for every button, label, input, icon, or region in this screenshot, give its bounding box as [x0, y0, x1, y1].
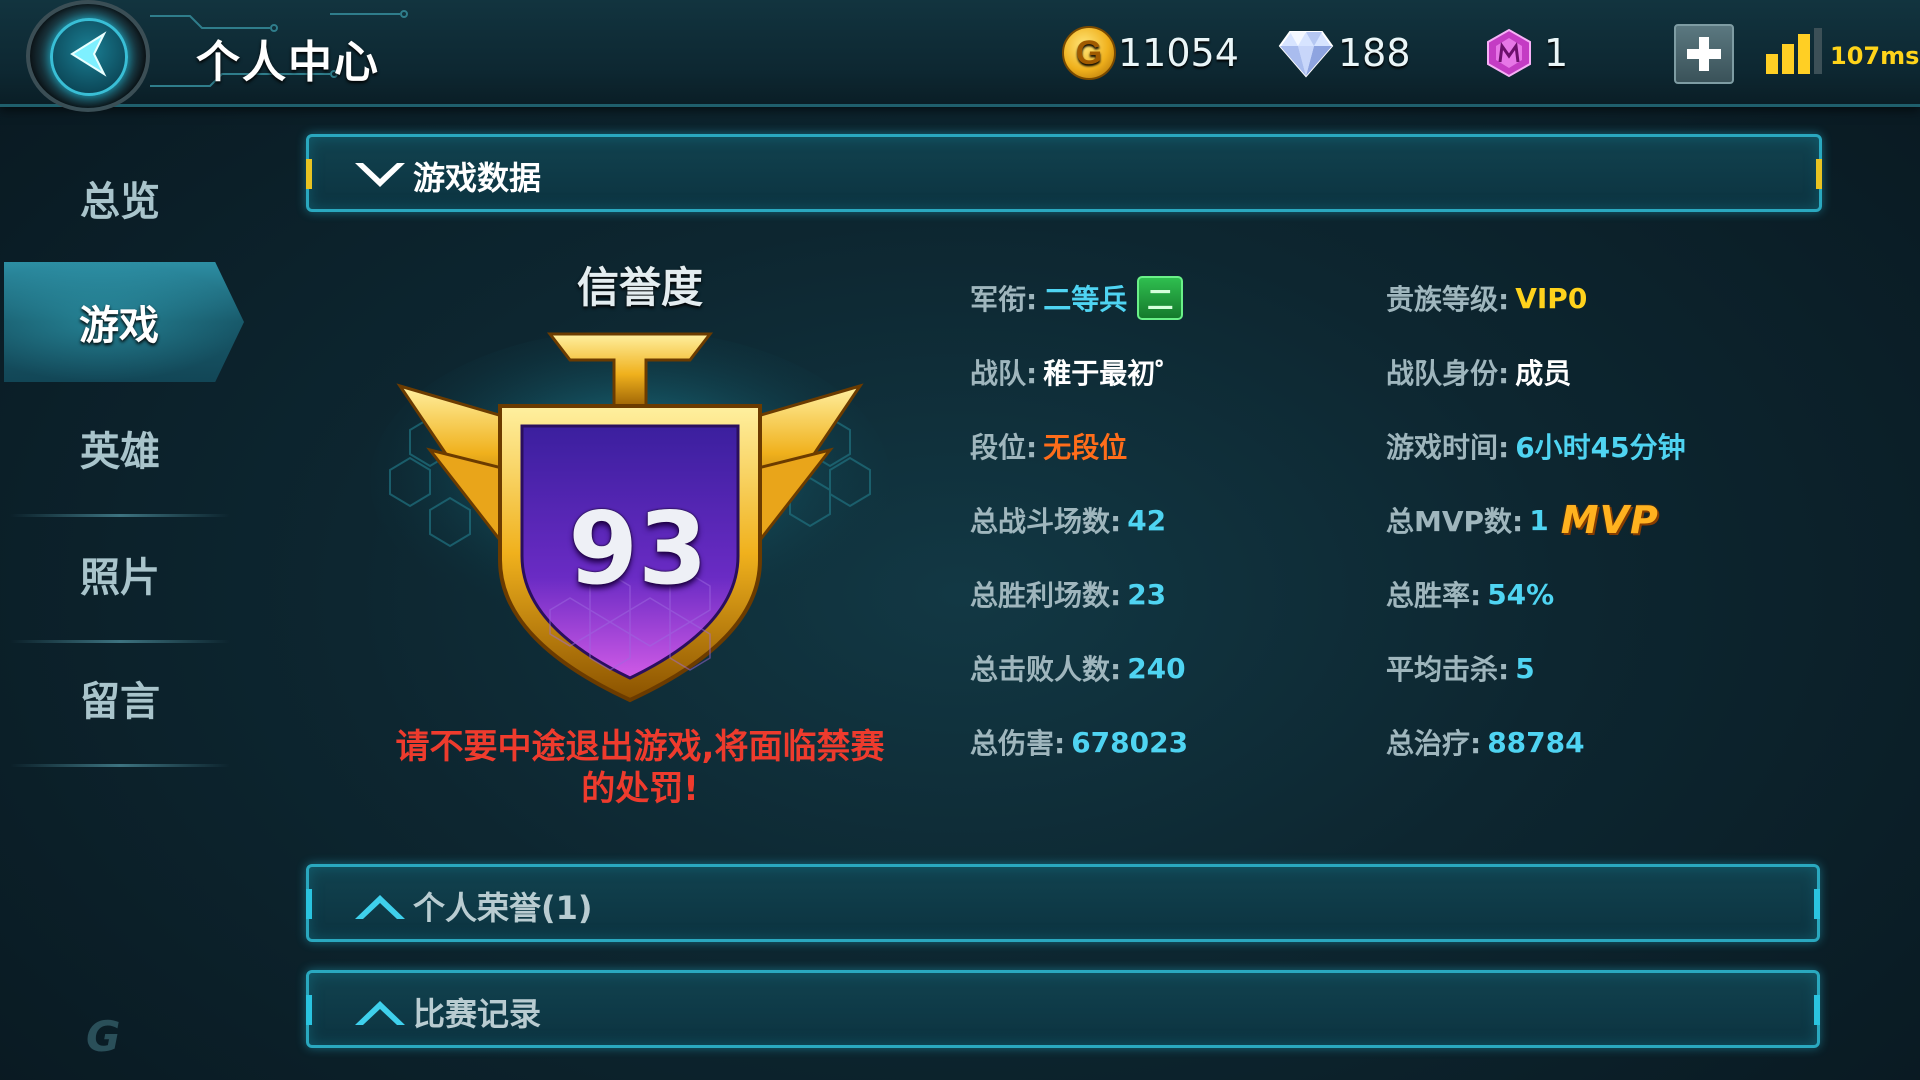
sidebar-item-heroes[interactable]: 英雄	[0, 388, 250, 508]
stat-team: 战队: 稚于最初゜	[970, 350, 1183, 394]
stat-value: VIP0	[1515, 281, 1588, 315]
quit-warning: 请不要中途退出游戏,将面临禁赛的处罚!	[395, 727, 885, 809]
stat-total-wins: 总胜利场数: 23	[970, 572, 1166, 616]
stat-avg-kills: 平均击杀: 5	[1386, 646, 1535, 690]
top-up-button[interactable]	[1674, 24, 1734, 84]
stat-label: 贵族等级:	[1386, 283, 1510, 316]
stat-value: 成员	[1515, 357, 1572, 390]
header-edge-marker	[1814, 889, 1820, 919]
sidebar-divider	[10, 764, 230, 767]
stat-value: 240	[1127, 651, 1186, 685]
chevron-down-icon	[355, 163, 405, 187]
sidebar-item-label: 留言	[80, 679, 160, 725]
stat-value: 88784	[1487, 725, 1585, 759]
stat-value: 42	[1127, 503, 1167, 537]
gem-amount: 1	[1544, 31, 1569, 75]
stat-label: 游戏时间:	[1386, 431, 1510, 464]
stat-value: 54%	[1487, 577, 1555, 611]
diamond-icon	[1278, 31, 1334, 78]
stat-value: 无段位	[1043, 431, 1128, 464]
sidebar-item-label: 总览	[80, 179, 160, 225]
sidebar-item-messages[interactable]: 留言	[0, 638, 250, 758]
stat-value: 1	[1529, 503, 1549, 537]
mvp-icon: MVP	[1560, 498, 1659, 542]
sidebar-item-photos[interactable]: 照片	[0, 514, 250, 634]
stat-value: 5	[1515, 651, 1535, 685]
stat-label: 总治疗:	[1386, 727, 1482, 760]
stat-win-rate: 总胜率: 54%	[1386, 572, 1554, 616]
stat-value: 二等兵	[1043, 283, 1128, 316]
stat-total-matches: 总战斗场数: 42	[970, 498, 1166, 542]
top-bar: 个人中心 G 11054 188 1 107ms	[0, 0, 1920, 112]
stat-value: 23	[1127, 577, 1167, 611]
stat-label: 总伤害:	[970, 727, 1066, 760]
credit-score: 93	[568, 490, 708, 607]
match-records-header[interactable]: 比赛记录	[306, 970, 1820, 1048]
sidebar-item-label: 照片	[80, 555, 160, 601]
header-edge-marker	[1816, 159, 1822, 189]
game-data-header[interactable]: 游戏数据	[306, 134, 1822, 212]
sidebar-item-label: 英雄	[80, 429, 160, 475]
stat-military-rank: 军衔: 二等兵 二	[970, 276, 1184, 320]
sidebar-item-label: 游戏	[79, 303, 159, 349]
stat-label: 总MVP数:	[1386, 505, 1524, 538]
header-edge-marker	[1814, 995, 1820, 1025]
stat-label: 段位:	[970, 431, 1038, 464]
header-edge-marker	[306, 995, 312, 1025]
stat-label: 总胜率:	[1386, 579, 1482, 612]
game-logo-icon: G	[86, 1012, 121, 1061]
gold-amount: 11054	[1118, 31, 1239, 75]
stat-total-kills: 总击败人数: 240	[970, 646, 1186, 690]
stat-tier: 段位: 无段位	[970, 424, 1127, 468]
back-arrow-icon	[70, 31, 107, 77]
stat-label: 军衔:	[970, 283, 1038, 316]
gem-currency: 1	[1484, 24, 1568, 82]
credit-title: 信誉度	[576, 263, 703, 312]
stat-label: 战队:	[970, 357, 1038, 390]
stat-label: 总击败人数:	[970, 653, 1122, 686]
page-title: 个人中心	[196, 37, 380, 88]
gold-coin-icon: G	[1062, 26, 1116, 80]
sidebar-item-overview[interactable]: 总览	[0, 138, 250, 258]
sidebar-item-game[interactable]: 游戏	[4, 262, 244, 382]
gold-currency: G 11054	[1062, 24, 1239, 82]
stat-total-healing: 总治疗: 88784	[1386, 720, 1585, 764]
player-center-screen: 个人中心 G 11054 188 1 107ms 总览 游戏 英雄 照片 留言 …	[0, 0, 1920, 1080]
personal-honors-header[interactable]: 个人荣誉(1)	[306, 864, 1820, 942]
stat-play-time: 游戏时间: 6小时45分钟	[1386, 424, 1686, 468]
stat-value: 678023	[1071, 725, 1189, 759]
stat-total-mvp: 总MVP数: 1 MVP	[1386, 498, 1659, 542]
game-data-title: 游戏数据	[413, 159, 542, 197]
diamond-amount: 188	[1338, 31, 1411, 75]
signal-icon	[1766, 28, 1822, 74]
back-button[interactable]	[20, 0, 150, 112]
stat-label: 总战斗场数:	[970, 505, 1122, 538]
ping-value: 107ms	[1830, 42, 1920, 70]
stat-label: 平均击杀:	[1386, 653, 1510, 686]
chevron-up-icon	[355, 895, 405, 919]
chevron-up-icon	[355, 1001, 405, 1025]
gem-icon	[1487, 28, 1531, 78]
header-edge-marker	[306, 889, 312, 919]
plus-icon	[1687, 37, 1721, 71]
stat-noble-level: 贵族等级: VIP0	[1386, 276, 1587, 320]
stat-label: 总胜利场数:	[970, 579, 1122, 612]
stat-team-role: 战队身份: 成员	[1386, 350, 1571, 394]
sidebar: 总览 游戏 英雄 照片 留言	[0, 124, 240, 1080]
match-records-title: 比赛记录	[413, 995, 542, 1033]
stat-total-damage: 总伤害: 678023	[970, 720, 1188, 764]
header-edge-marker	[306, 159, 312, 189]
stat-value[interactable]: 稚于最初゜	[1043, 352, 1183, 392]
personal-honors-title: 个人荣誉(1)	[413, 889, 593, 927]
rank-badge-icon: 二	[1137, 276, 1184, 320]
stat-value: 6小时45分钟	[1515, 431, 1686, 464]
diamond-currency: 188	[1278, 24, 1411, 82]
stat-label: 战队身份:	[1386, 357, 1510, 390]
